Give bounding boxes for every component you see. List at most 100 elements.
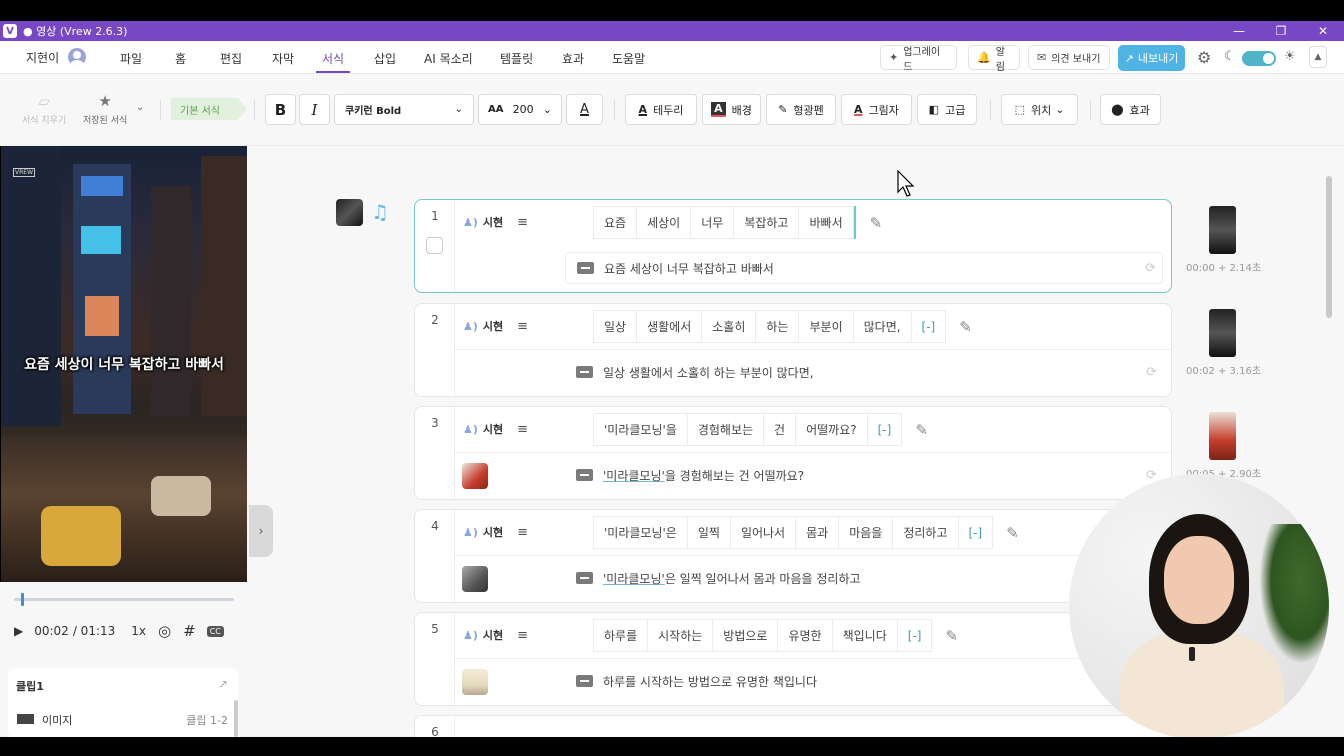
row-image-thumbnail[interactable] [462, 463, 488, 489]
word-chip[interactable]: 하는 [755, 310, 800, 343]
subtitle-row[interactable]: 2 ♟) 시현 ≡ 일상 생활에서 소홀히 하는 부분이 많다면, [-] ✎ 일상… [414, 303, 1172, 397]
music-note-icon[interactable]: ♫ [371, 200, 389, 224]
subtitle-row[interactable]: 1 ♟) 시현 ≡ 요즘 세상이 너무 복잡하고 바빠서 ✎ 요즘 세상이 너무 복… [414, 199, 1172, 293]
menu-template[interactable]: 템플릿 [500, 50, 533, 67]
silence-chip[interactable]: [-] [910, 310, 947, 343]
menu-format[interactable]: 서식 [322, 50, 344, 67]
grid-icon[interactable]: # [183, 622, 196, 640]
left-scrollbar[interactable] [234, 700, 238, 737]
panel-collapse-handle[interactable]: › [249, 505, 273, 557]
scene-thumbnail[interactable] [1209, 206, 1236, 254]
position-button[interactable]: ⬚ 위치 ⌄ [1001, 94, 1078, 125]
scene-thumbnail[interactable] [1209, 412, 1236, 460]
collapse-toolbar-chevron-up-icon[interactable]: ▲ [1309, 46, 1327, 68]
word-chip[interactable]: 일어나서 [729, 516, 797, 549]
word-chip[interactable]: '미라클모닝'은 [593, 516, 688, 549]
word-chip[interactable]: 너무 [690, 206, 735, 239]
font-select[interactable]: 쿠키런 Bold ⌄ [334, 94, 474, 125]
advanced-button[interactable]: ◧ 고급 [917, 94, 977, 125]
word-chip[interactable]: 요즘 [593, 206, 638, 239]
subtitle-row[interactable]: 3 ♟) 시현 ≡ '미라클모닝'을 경험해보는 건 어떨까요? [-] ✎ '미라… [414, 406, 1172, 500]
subtitle-row[interactable]: 5 ♟) 시현 ≡ 하루를 시작하는 방법으로 유명한 책입니다 [-] ✎ 하루를… [414, 612, 1172, 706]
editor-scrollbar[interactable] [1326, 176, 1332, 318]
word-chip[interactable]: 일찍 [686, 516, 731, 549]
playback-speed[interactable]: 1x [131, 624, 146, 638]
pencil-icon[interactable]: ✎ [1006, 516, 1019, 549]
scene-thumbnail[interactable] [1209, 309, 1236, 357]
speaker[interactable]: ♟) 시현 ≡ [463, 524, 528, 540]
menu-effect[interactable]: 효과 [562, 50, 584, 67]
word-chip[interactable]: 세상이 [636, 206, 692, 239]
refresh-icon[interactable]: ⟳ [1146, 365, 1157, 380]
menu-help[interactable]: 도움말 [612, 50, 645, 67]
word-chip[interactable]: 건 [763, 413, 797, 446]
word-chip[interactable]: 많다면, [852, 310, 912, 343]
word-chip[interactable]: 시작하는 [647, 619, 714, 652]
silence-chip[interactable]: [-] [896, 619, 933, 652]
menu-subtitle[interactable]: 자막 [272, 50, 294, 67]
word-chip[interactable]: 소홀히 [701, 310, 757, 343]
speaker[interactable]: ♟) 시현 ≡ [463, 421, 528, 437]
word-chip[interactable]: 몸과 [795, 516, 840, 549]
row-image-thumbnail[interactable] [462, 566, 488, 592]
pencil-icon[interactable]: ✎ [915, 413, 928, 446]
bold-button[interactable]: B [265, 94, 296, 125]
word-chip[interactable]: 일상 [593, 310, 638, 343]
word-chip[interactable]: 방법으로 [712, 619, 779, 652]
playback-slider-thumb[interactable] [20, 593, 24, 606]
clear-format-button[interactable]: ▱ 서식 지우기 [22, 92, 66, 126]
menu-edit[interactable]: 편집 [220, 50, 242, 67]
close-button[interactable]: ✕ [1302, 21, 1344, 41]
speaker-settings-icon[interactable]: ≡ [517, 215, 528, 230]
saved-format-chevron-down-icon[interactable]: ⌄ [136, 102, 144, 113]
subtitle-text[interactable]: '미라클모닝' 을 경험해보는 건 어떨까요? ⟳ [565, 459, 1163, 491]
subtitle-toggle-icon[interactable]: CC [206, 625, 224, 637]
theme-toggle[interactable] [1242, 51, 1276, 66]
speaker-settings-icon[interactable]: ≡ [517, 319, 528, 334]
word-chip[interactable]: 어떨까요? [795, 413, 868, 446]
word-chip[interactable]: 마음을 [838, 516, 894, 549]
speaker[interactable]: ♟) 시현 ≡ [463, 627, 528, 643]
menu-home[interactable]: 홈 [175, 50, 186, 67]
word-chip[interactable]: 복잡하고 [733, 206, 800, 239]
word-chip[interactable]: 정리하고 [892, 516, 959, 549]
menu-insert[interactable]: 삽입 [374, 50, 396, 67]
export-button[interactable]: ↗ 내보내기 [1118, 45, 1185, 71]
word-chip[interactable]: '미라클모닝'을 [593, 413, 688, 446]
font-size-select[interactable]: AA 200 ⌄ [478, 94, 562, 125]
silence-chip[interactable]: [-] [866, 413, 903, 446]
capture-icon[interactable]: ◎ [158, 622, 171, 640]
subtitle-text[interactable]: 하루를 시작하는 방법으로 유명한 책입니다 [565, 665, 1163, 697]
outline-button[interactable]: A 테두리 [625, 94, 697, 125]
highlighter-button[interactable]: ✎ 형광펜 [766, 94, 836, 125]
italic-button[interactable]: I [299, 94, 330, 125]
text-color-button[interactable]: A [566, 94, 603, 125]
speaker[interactable]: ♟) 시현 ≡ [463, 318, 528, 334]
speaker[interactable]: ♟) 시현 ≡ [463, 214, 528, 230]
subtitle-text[interactable]: 일상 생활에서 소홀히 하는 부분이 많다면, ⟳ [565, 356, 1163, 388]
word-chip[interactable]: 바빠서 [798, 206, 854, 239]
word-chip[interactable]: 경험해보는 [686, 413, 765, 446]
row-checkbox[interactable] [426, 237, 443, 254]
cover-thumbnail[interactable] [336, 199, 363, 226]
menu-file[interactable]: 파일 [120, 50, 142, 67]
notification-button[interactable]: 🔔 알림 [968, 45, 1020, 73]
pencil-icon[interactable]: ✎ [870, 206, 883, 239]
upgrade-button[interactable]: ✦ 업그레이드 [880, 45, 957, 73]
word-chip[interactable]: 생활에서 [636, 310, 703, 343]
subtitle-text[interactable]: 요즘 세상이 너무 복잡하고 바빠서 ⟳ [565, 252, 1163, 284]
feedback-button[interactable]: ✉ 의견 보내기 [1028, 45, 1110, 70]
row-image-thumbnail[interactable] [462, 669, 488, 695]
menu-ai-voice[interactable]: AI 목소리 [424, 50, 473, 67]
word-chip[interactable]: 하루를 [593, 619, 649, 652]
speaker-settings-icon[interactable]: ≡ [517, 525, 528, 540]
subtitle-row[interactable]: 4 ♟) 시현 ≡ '미라클모닝'은 일찍 일어나서 몸과 마음을 정리하고 [-]… [414, 509, 1172, 603]
speaker-settings-icon[interactable]: ≡ [517, 422, 528, 437]
external-link-icon[interactable]: ↗ [218, 677, 228, 691]
user-account[interactable]: 지현이 [26, 48, 87, 66]
playback-slider[interactable] [14, 598, 234, 601]
word-chip[interactable]: 책입니다 [831, 619, 898, 652]
minimize-button[interactable]: — [1218, 21, 1260, 41]
video-preview[interactable]: VREW 요즘 세상이 너무 복잡하고 바빠서 [1, 146, 247, 582]
settings-gear-icon[interactable]: ⚙ [1197, 48, 1211, 67]
